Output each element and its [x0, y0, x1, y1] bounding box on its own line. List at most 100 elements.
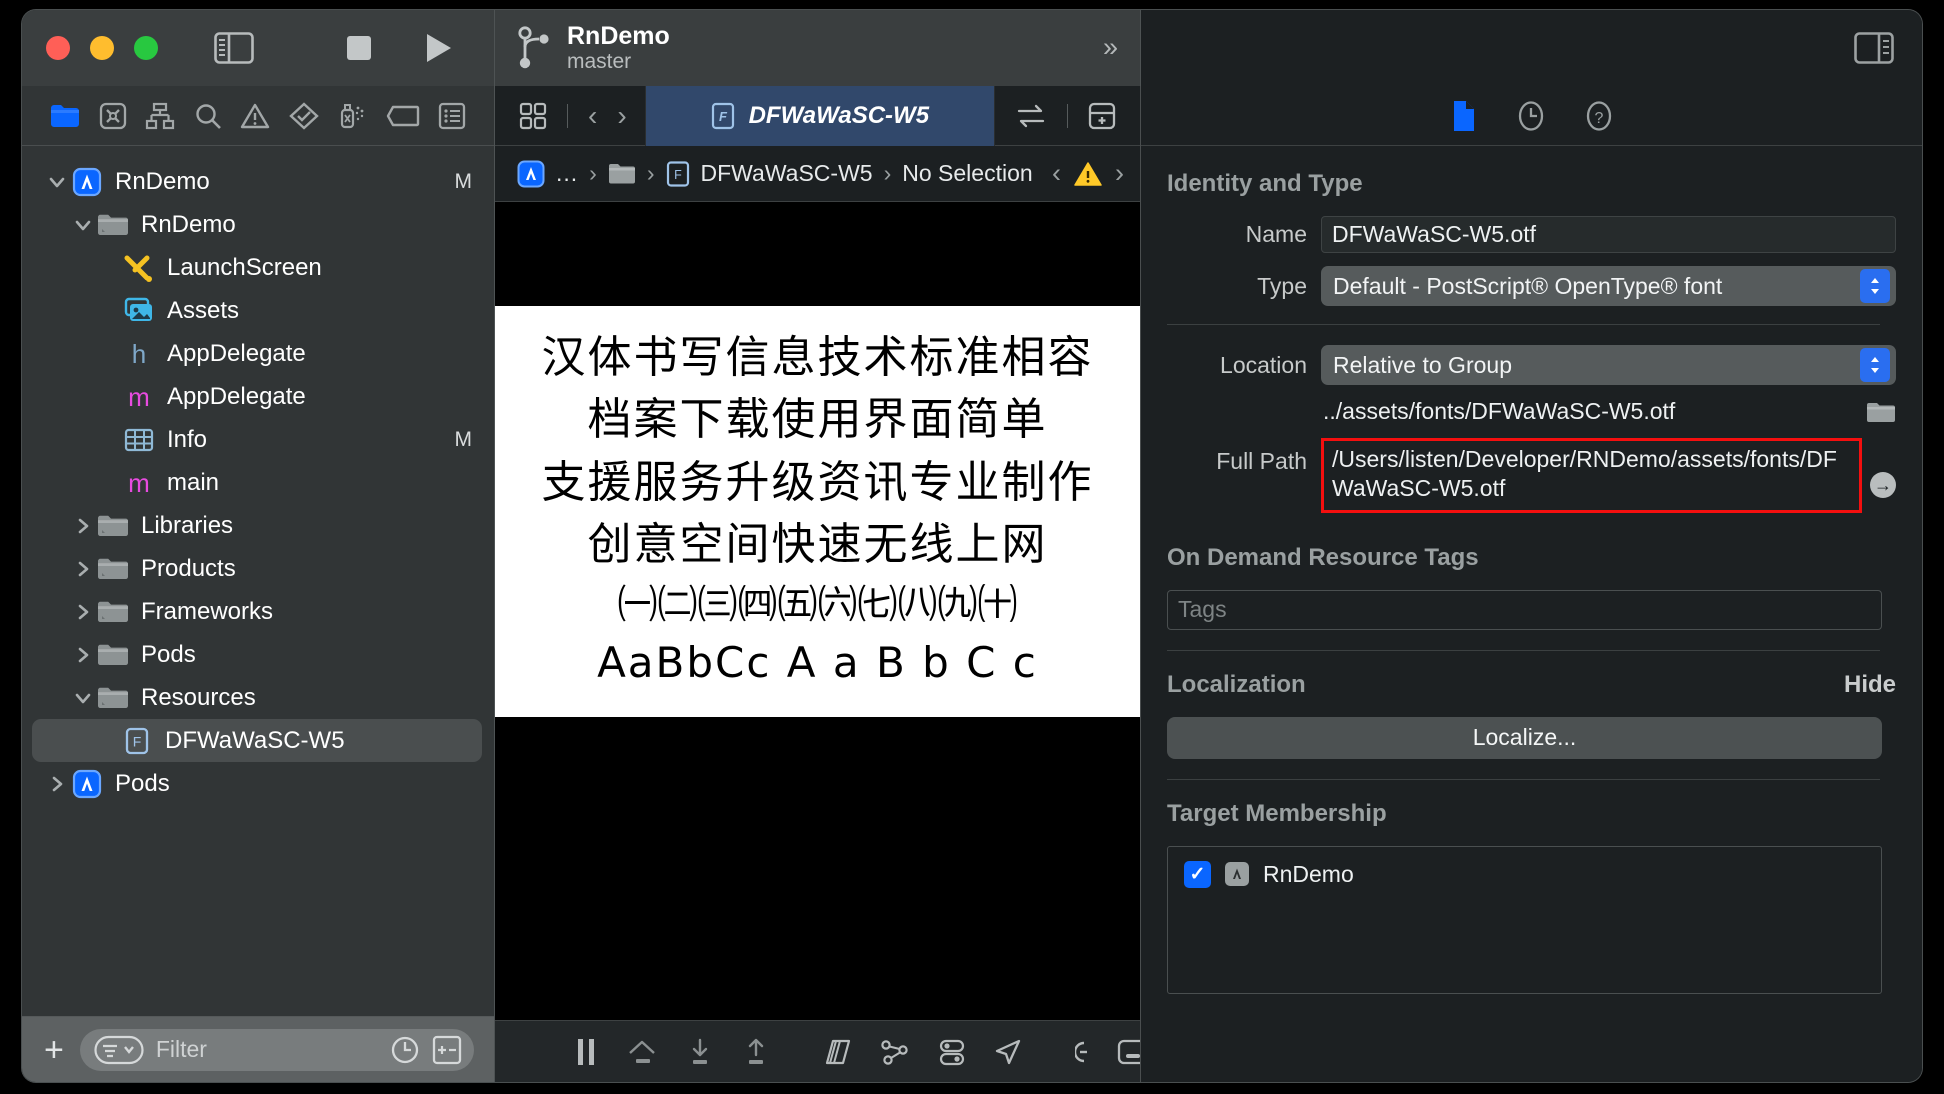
tree-item-libraries[interactable]: Libraries	[22, 504, 494, 547]
breadcrumb-item-selection[interactable]: No Selection	[902, 160, 1032, 187]
environment-overrides-icon[interactable]	[937, 1037, 967, 1067]
pause-icon[interactable]	[573, 1037, 599, 1067]
plist-icon	[122, 427, 156, 453]
type-value: Default - PostScript® OpenType® font	[1333, 272, 1723, 299]
tree-item-rndemo[interactable]: RnDemo	[22, 203, 494, 246]
tree-item-pods[interactable]: Pods	[22, 762, 494, 805]
project-file-tree[interactable]: RnDemo M RnDemo LaunchScreen Assets h AppDeleg…	[22, 146, 494, 1016]
disclosure-triangle-icon[interactable]	[70, 559, 96, 579]
console-filter-icon[interactable]	[1075, 1037, 1091, 1067]
add-file-button[interactable]: +	[44, 1033, 64, 1067]
inspector-toggle-icon[interactable]	[1854, 32, 1894, 64]
full-path-value[interactable]: /Users/listen/Developer/RNDemo/assets/fo…	[1321, 438, 1862, 513]
choose-folder-icon[interactable]	[1866, 400, 1896, 424]
target-name: RnDemo	[1263, 860, 1354, 887]
tree-item-products[interactable]: Products	[22, 547, 494, 590]
memory-graph-icon[interactable]	[879, 1037, 911, 1067]
stop-button[interactable]	[346, 35, 372, 61]
tree-item-main[interactable]: m main	[22, 461, 494, 504]
history-inspector-icon[interactable]	[1518, 100, 1544, 132]
editor-tab-dfwawasc-w5[interactable]: F DFWaWaSC-W5	[644, 85, 995, 146]
tree-item-assets[interactable]: Assets	[22, 289, 494, 332]
disclosure-triangle-icon[interactable]	[44, 774, 70, 794]
zoom-window-button[interactable]	[134, 36, 158, 60]
filter-input[interactable]: Filter	[79, 1028, 474, 1071]
next-issue-button[interactable]: ›	[1115, 158, 1124, 189]
localization-hide-button[interactable]: Hide	[1844, 671, 1896, 699]
add-editor-icon[interactable]	[1088, 102, 1116, 130]
name-input[interactable]: DFWaWaSC-W5.otf	[1321, 216, 1896, 253]
target-checkbox[interactable]: ✓	[1184, 860, 1211, 888]
font-preview-line: 创意空间快速无线上网	[587, 519, 1048, 571]
branch-name[interactable]: master	[567, 50, 670, 74]
tags-input[interactable]: Tags	[1167, 589, 1882, 630]
previous-issue-button[interactable]: ‹	[1052, 158, 1061, 189]
file-inspector-icon[interactable]	[1452, 100, 1476, 132]
find-navigator-icon[interactable]	[194, 102, 222, 130]
scm-status-badge: M	[454, 169, 473, 193]
project-navigator-icon[interactable]	[50, 103, 80, 129]
report-navigator-icon[interactable]	[438, 102, 466, 130]
target-membership-row[interactable]: ✓ RnDemo	[1184, 860, 1865, 888]
tree-item-dfwawasc-w5[interactable]: F DFWaWaSC-W5	[32, 719, 482, 762]
tree-item-resources[interactable]: Resources	[22, 676, 494, 719]
tree-item-frameworks[interactable]: Frameworks	[22, 590, 494, 633]
localize-button[interactable]: Localize...	[1167, 716, 1882, 759]
disclosure-triangle-icon[interactable]	[70, 645, 96, 665]
divider	[1167, 778, 1880, 780]
step-out-icon[interactable]	[741, 1037, 771, 1067]
tree-item-rndemo[interactable]: RnDemo M	[22, 160, 494, 203]
tree-item-appdelegate[interactable]: h AppDelegate	[22, 332, 494, 375]
disclosure-triangle-icon[interactable]	[70, 215, 96, 235]
disclosure-triangle-icon[interactable]	[70, 688, 96, 708]
type-popup-button[interactable]: Default - PostScript® OpenType® font	[1321, 266, 1896, 306]
issue-navigator-icon[interactable]	[240, 102, 270, 130]
tree-item-info[interactable]: Info M	[22, 418, 494, 461]
step-over-icon[interactable]	[625, 1037, 659, 1067]
test-navigator-icon[interactable]	[288, 101, 319, 130]
tree-item-launchscreen[interactable]: LaunchScreen	[22, 246, 494, 289]
chevron-double-right-icon[interactable]: »	[1103, 32, 1118, 63]
tree-item-label: Pods	[141, 640, 196, 668]
view-hierarchy-icon[interactable]	[823, 1037, 853, 1067]
tree-item-pods[interactable]: Pods	[22, 633, 494, 676]
divider	[1167, 649, 1880, 651]
location-row: Location Relative to Group	[1151, 345, 1896, 385]
breadcrumb-item-file[interactable]: DFWaWaSC-W5	[701, 160, 873, 187]
run-button[interactable]	[424, 32, 454, 64]
sidebar-toggle-icon[interactable]	[214, 32, 254, 64]
window-toolbar: RnDemo master »	[22, 10, 1922, 86]
location-popup-button[interactable]: Relative to Group	[1321, 345, 1896, 385]
editor-forward-button[interactable]: ›	[617, 100, 626, 132]
tree-item-appdelegate[interactable]: m AppDelegate	[22, 375, 494, 418]
close-window-button[interactable]	[46, 36, 70, 60]
breadcrumb-item-ellipsis[interactable]: ...	[556, 160, 578, 187]
chevron-up-down-icon	[1860, 348, 1890, 382]
simulate-location-icon[interactable]	[993, 1037, 1023, 1067]
svg-text:F: F	[674, 168, 682, 182]
scheme-name[interactable]: RnDemo	[567, 22, 670, 50]
related-items-icon[interactable]	[519, 102, 547, 130]
clock-icon[interactable]	[390, 1035, 420, 1065]
full-path-row: Full Path /Users/listen/Developer/RNDemo…	[1151, 438, 1896, 513]
source-control-navigator-icon[interactable]	[99, 102, 127, 130]
step-into-icon[interactable]	[685, 1037, 715, 1067]
assistant-editor-icon[interactable]	[1015, 102, 1047, 130]
traffic-lights	[46, 36, 158, 60]
folder-icon[interactable]	[608, 162, 636, 186]
warning-icon[interactable]	[1074, 161, 1102, 187]
app-project-icon[interactable]	[517, 160, 545, 188]
hierarchy-navigator-icon[interactable]	[145, 102, 175, 130]
breakpoint-navigator-icon[interactable]	[386, 104, 420, 128]
tree-item-label: Products	[141, 554, 236, 582]
minimize-window-button[interactable]	[90, 36, 114, 60]
debug-navigator-icon[interactable]	[337, 102, 367, 130]
quick-help-icon[interactable]: ?	[1586, 100, 1612, 132]
disclosure-triangle-icon[interactable]	[44, 172, 70, 192]
sc-filter-icon[interactable]	[432, 1035, 462, 1065]
disclosure-triangle-icon[interactable]	[70, 602, 96, 622]
disclosure-triangle-icon[interactable]	[70, 516, 96, 536]
filter-scope-icon[interactable]	[94, 1035, 144, 1065]
editor-back-button[interactable]: ‹	[588, 100, 597, 132]
reveal-in-finder-button[interactable]: →	[1870, 472, 1896, 498]
